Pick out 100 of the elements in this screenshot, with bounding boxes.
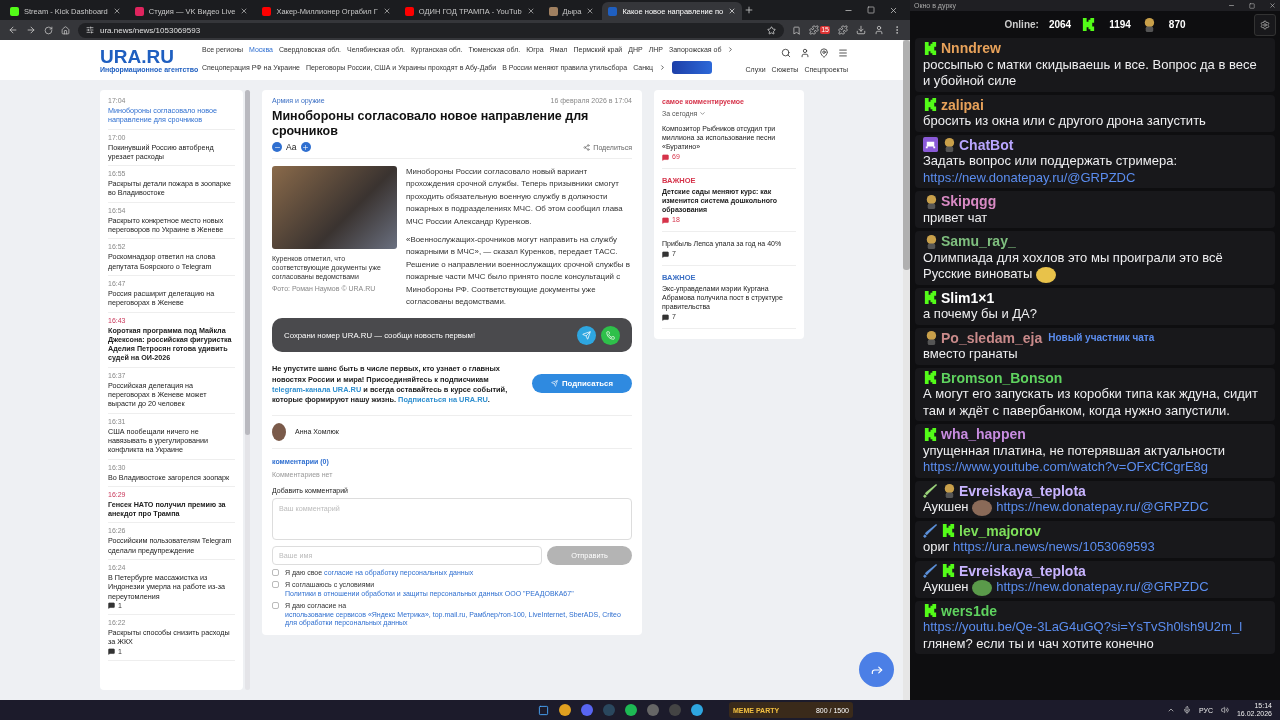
profile-button[interactable] <box>874 25 884 35</box>
kick-logo-icon <box>923 97 938 113</box>
tray-chevron-icon[interactable] <box>1166 706 1175 714</box>
online-label: Online: <box>1004 19 1039 30</box>
message-text: Аукшен https://new.donatepay.ru/@GRPZDC <box>923 499 1210 516</box>
space-invader-icon <box>923 137 938 153</box>
chat-username[interactable]: zalipai <box>941 96 984 113</box>
browser-app-icon[interactable] <box>559 704 571 716</box>
close-button[interactable] <box>1269 2 1276 9</box>
minimize-button[interactable] <box>1228 2 1235 9</box>
comment-icon <box>662 216 669 224</box>
microphone-icon[interactable] <box>1182 706 1191 714</box>
close-icon[interactable] <box>240 7 249 15</box>
chat-username[interactable]: Evreiskaya_teplota <box>959 482 1086 500</box>
search-icon[interactable] <box>781 47 791 58</box>
user-icon[interactable] <box>800 47 810 58</box>
author-avatar <box>272 422 286 441</box>
address-field[interactable]: ura.news/news/1053069593 <box>78 22 785 38</box>
chat-link[interactable]: https://youtu.be/Qe-3LaG4uGQ?si=YsTvSh0lsh9U2m_l <box>923 619 1243 636</box>
extension-icon[interactable] <box>809 25 820 35</box>
chat-link[interactable]: https://new.donatepay.ru/@GRPZDC <box>996 499 1209 516</box>
chat-username[interactable]: wers1de <box>941 602 998 620</box>
consent-checkbox[interactable] <box>272 568 279 576</box>
chat-username[interactable]: ChatBot <box>959 136 1014 153</box>
volume-icon[interactable] <box>1220 706 1229 714</box>
maximize-button[interactable] <box>1249 2 1255 9</box>
comment-icon <box>108 602 115 610</box>
kick-logo-icon <box>923 40 938 56</box>
close-icon[interactable] <box>112 7 121 15</box>
message-text: упущенная платина, не потерявшая актуальности https://www.youtube.com/watch?v=OFxCfCgrE8g <box>923 442 1227 476</box>
maximize-button[interactable] <box>867 5 875 15</box>
close-icon[interactable] <box>526 7 535 15</box>
close-icon[interactable] <box>382 7 391 15</box>
chat-link[interactable]: https://www.youtube.com/watch?v=OFxCfCgrE8g <box>923 459 1209 476</box>
map-pin-icon[interactable] <box>819 47 829 58</box>
settings-button[interactable] <box>1254 14 1276 36</box>
chat-link[interactable]: https://ura.news/news/1053069593 <box>953 539 1155 556</box>
chat-username[interactable]: lev_majorov <box>959 522 1041 540</box>
page-scrollbar[interactable] <box>903 40 910 700</box>
kick-logo-icon <box>941 523 956 539</box>
message-text: Задать вопрос или поддержать стримера: https://new.donatepay.ru/@GRPZDC <box>923 153 1179 186</box>
message-text: а почему бы и ДА? <box>923 306 1038 323</box>
download-icon <box>856 25 866 35</box>
decrease-font-button[interactable] <box>272 142 282 152</box>
kick-logo-icon <box>923 290 938 306</box>
back-arrow-icon <box>8 25 18 35</box>
chat-link[interactable]: https://new.donatepay.ru/@GRPZDC <box>923 169 1136 186</box>
extensions-button[interactable] <box>838 25 848 35</box>
reload-button[interactable] <box>44 25 53 35</box>
close-icon <box>1269 2 1276 9</box>
chat-link[interactable]: https://new.donatepay.ru/@GRPZDC <box>996 579 1209 596</box>
new-tab-button[interactable] <box>744 5 755 15</box>
comment-icon <box>662 313 669 321</box>
close-button[interactable] <box>889 5 898 15</box>
close-icon <box>889 5 898 15</box>
chat-username[interactable]: Bromson_Bonson <box>941 369 1063 387</box>
plus-icon <box>302 143 309 151</box>
online-count: 2064 <box>1048 19 1072 30</box>
telegram-icon[interactable] <box>691 704 703 716</box>
puzzle-icon <box>838 25 848 35</box>
chevron-right-icon[interactable] <box>727 46 735 53</box>
chevron-right-icon[interactable] <box>659 64 667 71</box>
increase-font-button[interactable] <box>300 142 311 152</box>
scrollbar-thumb[interactable] <box>903 40 910 270</box>
chat-username[interactable]: wha_happen <box>941 426 1026 443</box>
chat-username[interactable]: Slim1×1 <box>941 289 995 307</box>
site-info-icon[interactable] <box>86 26 94 34</box>
message-text: ориг https://ura.news/news/1053069593 <box>923 539 1156 556</box>
app-icon[interactable] <box>647 704 659 716</box>
forward-button[interactable] <box>26 25 36 35</box>
consent-checkbox[interactable] <box>272 581 279 589</box>
bookmark-button[interactable] <box>792 25 802 35</box>
consent-checkbox[interactable] <box>272 602 279 610</box>
telegram-icon[interactable] <box>577 325 596 345</box>
chat-username[interactable]: Evreiskaya_teplota <box>959 562 1086 580</box>
site-logo[interactable]: URA.RU <box>100 47 196 66</box>
bookmark-star-icon[interactable] <box>767 25 777 35</box>
settings-icon <box>1260 20 1270 30</box>
menu-icon[interactable] <box>838 47 848 58</box>
close-icon[interactable] <box>728 7 737 15</box>
chat-username[interactable]: Nnndrew <box>941 40 1001 57</box>
scrollbar-track[interactable] <box>245 90 250 690</box>
message-text: вместо гранаты <box>923 346 1019 363</box>
download-button[interactable] <box>856 25 866 35</box>
home-icon <box>61 25 70 35</box>
music-app-icon[interactable] <box>625 704 637 716</box>
chat-app-icon[interactable] <box>581 704 593 716</box>
favicon-icon <box>134 6 144 16</box>
chat-username[interactable]: Samu_ray_ <box>941 233 1016 250</box>
chat-username[interactable]: Po_sledam_eja <box>941 329 1043 347</box>
chat-username[interactable]: Skipqgg <box>941 193 997 210</box>
start-icon[interactable] <box>538 704 549 716</box>
banner-image[interactable] <box>672 61 713 74</box>
new-member-tag: Новый участник чата <box>1048 329 1155 347</box>
share-fab-button[interactable] <box>859 652 894 687</box>
favicon-icon <box>262 6 272 16</box>
back-button[interactable] <box>8 25 18 35</box>
home-button[interactable] <box>61 25 70 35</box>
scrollbar-thumb[interactable] <box>245 90 250 435</box>
close-icon[interactable] <box>586 7 595 15</box>
